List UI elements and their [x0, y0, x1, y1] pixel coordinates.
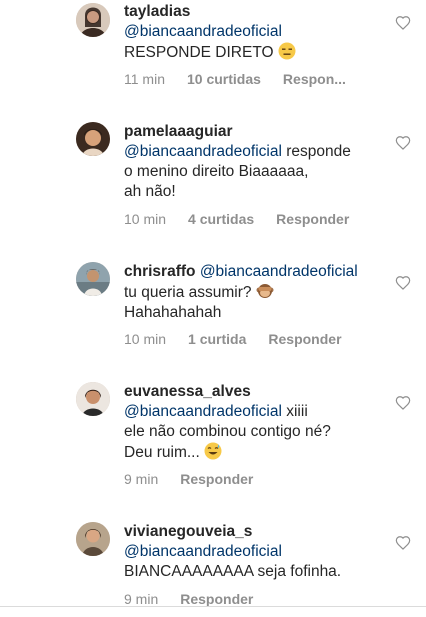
heart-outline-icon[interactable]: [395, 395, 411, 411]
comment-username[interactable]: euvanessa_alves: [124, 382, 386, 402]
avatar[interactable]: [76, 522, 110, 556]
reply-button[interactable]: Responder: [180, 591, 253, 607]
reply-button[interactable]: Responder: [180, 471, 253, 487]
reply-button[interactable]: Responder: [268, 331, 341, 347]
comment-time: 11 min: [124, 71, 165, 87]
grinning-sweat-face-icon: [204, 442, 222, 460]
comment-text-line: tu queria assumir?: [124, 284, 252, 301]
comment-mention[interactable]: @biancaandradeoficial: [124, 403, 282, 420]
comment-likes[interactable]: 1 curtida: [188, 331, 246, 347]
comment-mention[interactable]: @biancaandradeoficial: [124, 143, 282, 160]
avatar[interactable]: [76, 122, 110, 156]
comment-text-line: RESPONDE DIRETO: [124, 44, 274, 61]
comment-text-line: ele não combinou contigo né?: [124, 423, 331, 440]
heart-outline-icon[interactable]: [395, 275, 411, 291]
comment-username[interactable]: pamelaaaguiar: [124, 122, 386, 142]
comment-text: responde: [286, 143, 351, 160]
comment-text-line: Deu ruim...: [124, 444, 200, 461]
see-no-evil-monkey-icon: [256, 282, 274, 300]
comment-mention[interactable]: @biancaandradeoficial: [124, 23, 282, 40]
comment-time: 9 min: [124, 591, 159, 607]
comment-mention[interactable]: @biancaandradeoficial: [124, 543, 282, 560]
avatar[interactable]: [76, 262, 110, 296]
heart-outline-icon[interactable]: [395, 135, 411, 151]
comment-username[interactable]: tayladias: [124, 2, 386, 22]
comment-time: 9 min: [124, 471, 159, 487]
comment-username[interactable]: vivianegouveia_s: [124, 522, 386, 542]
comment-time: 10 min: [124, 331, 167, 347]
reply-button[interactable]: Respon...: [283, 71, 346, 87]
comment-mention[interactable]: @biancaandradeoficial: [200, 263, 358, 280]
comment-likes[interactable]: 4 curtidas: [188, 211, 254, 227]
comment-username[interactable]: chrisraffo: [124, 263, 196, 280]
divider: [0, 606, 426, 607]
avatar[interactable]: [76, 382, 110, 416]
comment-likes[interactable]: 10 curtidas: [187, 71, 261, 87]
comment-time: 10 min: [124, 211, 167, 227]
heart-outline-icon[interactable]: [395, 535, 411, 551]
comment-text: xiiii: [286, 403, 308, 420]
comment-text-line: o menino direito Biaaaaaa,: [124, 163, 309, 180]
heart-outline-icon[interactable]: [395, 15, 411, 31]
comment-text-line: ah não!: [124, 183, 176, 200]
avatar[interactable]: [76, 3, 110, 37]
expressionless-face-icon: [278, 42, 296, 60]
comment-text-line: Hahahahahah: [124, 304, 222, 321]
comment-text-line: BIANCAAAAAAAA seja fofinha.: [124, 563, 342, 580]
reply-button[interactable]: Responder: [276, 211, 349, 227]
